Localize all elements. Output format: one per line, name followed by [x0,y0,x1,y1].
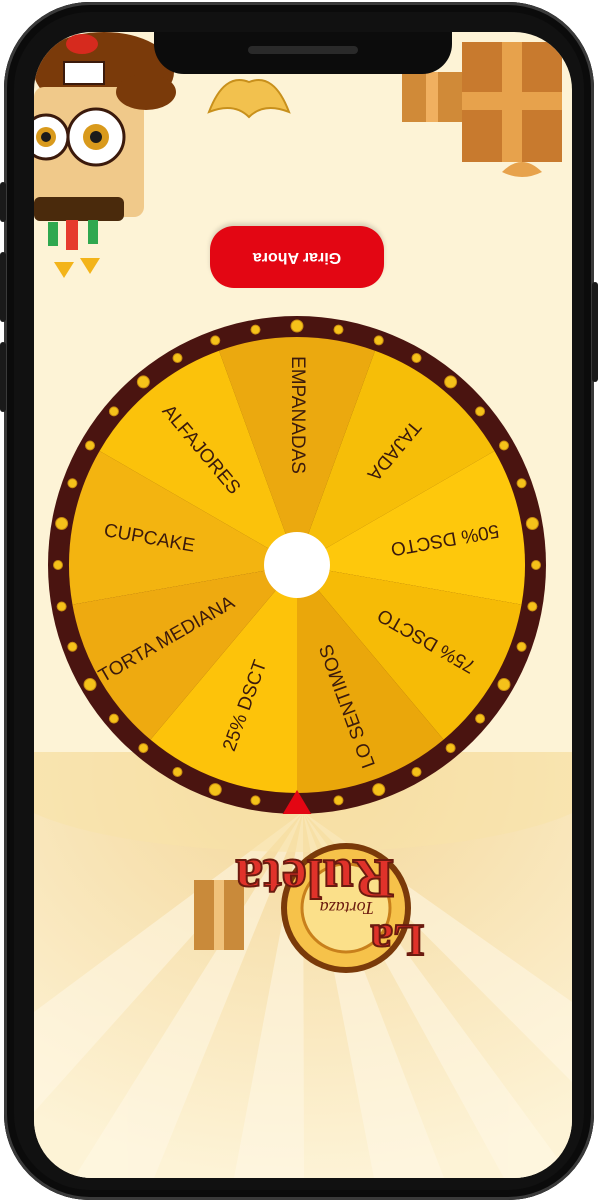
rim-light [172,353,183,364]
volume-up-button [0,252,6,322]
rim-light [516,641,527,652]
rim-light [411,766,422,777]
rim-light [208,783,222,797]
rim-light [172,766,183,777]
rim-light [108,406,119,417]
prize-wheel[interactable]: EMPANADAS TAJADA50% DSCTO75% DSCTOLO SENT… [48,316,546,814]
rim-light [373,335,384,346]
rim-light [475,713,486,724]
rim-light [136,375,150,389]
rim-light [498,440,509,451]
rim-light [333,324,344,335]
rim-light [411,353,422,364]
rim-light [527,601,538,612]
la-ruleta-logo: La Ruleta Tortaza [194,843,425,973]
rim-light [67,641,78,652]
volume-down-button [0,342,6,412]
rim-light [444,375,458,389]
rim-light [516,478,527,489]
rim-light [138,743,149,754]
rim-light [67,478,78,489]
speaker-grille [248,46,358,54]
rim-light [56,601,67,612]
logo-line1: La [370,915,424,966]
spin-now-button[interactable]: Girar Ahora [210,226,384,288]
rim-light [210,335,221,346]
rim-light [333,795,344,806]
power-button [592,282,598,382]
rim-light [525,516,539,530]
rim-light [290,319,304,333]
rim-light [108,713,119,724]
cartoon-character-decoration [34,32,176,278]
rim-light [53,560,63,570]
logo-brand: Tortaza [320,898,374,918]
phone-frame: Girar Ahora EMPANADAS TAJADA 50% DSCTO 75% … [0,2,598,1200]
rim-light [83,678,97,691]
rim-light [497,678,511,691]
rim-light [250,324,261,335]
rim-light [475,406,486,417]
wheel-segment-label: EMPANADAS [287,356,308,474]
rim-light [250,795,261,806]
rim-light [85,440,96,451]
nacho-decoration [207,79,291,119]
rim-light [372,783,386,797]
rim-light [531,560,541,570]
rim-light [445,743,456,754]
app-screen: Girar Ahora EMPANADAS TAJADA 50% DSCTO 75% … [34,32,572,1178]
mute-switch [0,182,6,222]
wheel-center-hub[interactable] [264,532,330,598]
rim-light [55,516,69,530]
